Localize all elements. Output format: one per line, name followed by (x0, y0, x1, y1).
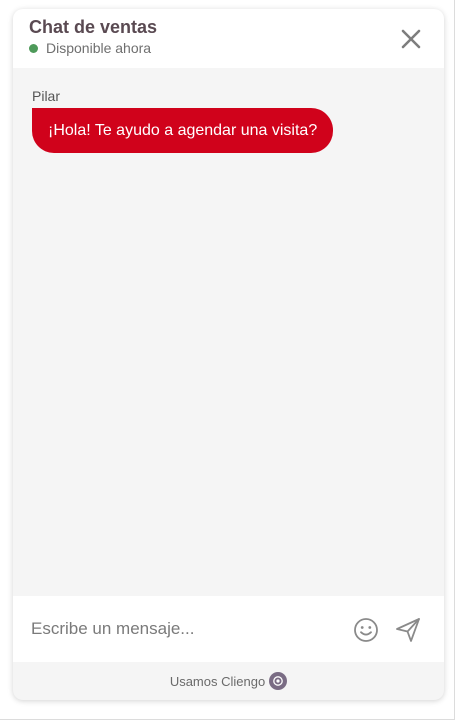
message-sender-name: Pilar (32, 88, 61, 104)
chat-window: Chat de ventas Disponible ahora Pilar ¡H… (13, 9, 444, 700)
message-bubble: ¡Hola! Te ayudo a agendar una visita? (32, 108, 334, 153)
paper-plane-icon (396, 618, 420, 642)
send-button[interactable] (394, 616, 422, 644)
status-text: Disponible ahora (46, 40, 152, 56)
close-button[interactable] (395, 25, 427, 53)
cliengo-logo-icon (269, 672, 288, 690)
chat-header: Chat de ventas Disponible ahora (13, 9, 444, 68)
footer: Usamos Cliengo (13, 662, 444, 700)
emoji-button[interactable] (353, 617, 379, 643)
message-composer (13, 596, 444, 662)
message-list: Pilar ¡Hola! Te ayudo a agendar una visi… (13, 68, 444, 596)
message-input[interactable] (31, 610, 331, 648)
smiley-icon (354, 618, 378, 642)
status-indicator: Disponible ahora (29, 40, 151, 56)
close-icon (401, 29, 421, 49)
powered-by-text: Usamos Cliengo (169, 673, 266, 689)
online-status-dot-icon (29, 43, 38, 53)
chat-title: Chat de ventas (29, 17, 158, 37)
